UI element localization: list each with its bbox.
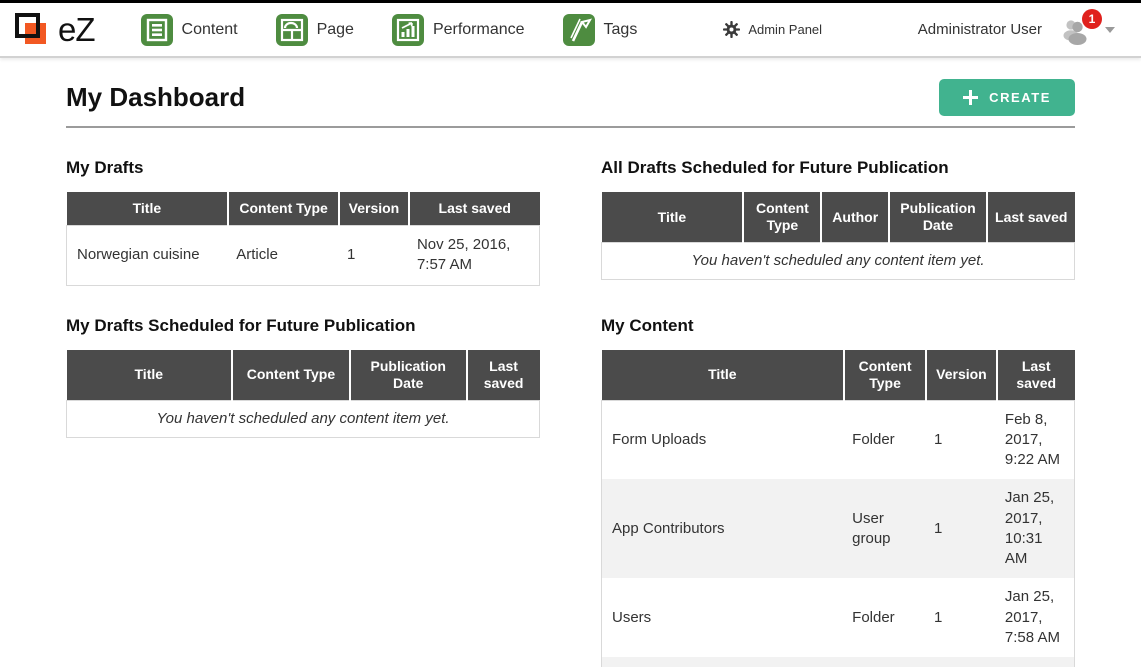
dashboard-page: My Dashboard CREATE My Drafts TitleConte…	[0, 58, 1141, 667]
content-icon	[141, 14, 173, 46]
column-header: Last saved	[997, 350, 1075, 401]
create-button-label: CREATE	[989, 90, 1051, 105]
page-divider	[66, 126, 1075, 128]
ez-logo-mark-icon	[14, 11, 54, 49]
section-title: My Drafts	[66, 158, 540, 178]
cell: Nov 25, 2016, 7:57 AM	[409, 226, 540, 286]
column-header: Title	[67, 192, 229, 226]
empty-row: You haven't scheduled any content item y…	[602, 243, 1075, 280]
table-row: App ContributorsUser group1Jan 25, 2017,…	[602, 479, 1075, 578]
cell: Norwegian cuisine	[67, 226, 229, 286]
my-drafts-scheduled-table: TitleContent TypePublication DateLast sa…	[66, 350, 540, 438]
cell: Jan 25, 2017, 7:58 AM	[997, 578, 1075, 657]
section-title: My Drafts Scheduled for Future Publicati…	[66, 316, 540, 336]
nav-item-content[interactable]: Content	[141, 14, 238, 46]
column-header: Last saved	[409, 192, 540, 226]
column-header: Content Type	[743, 192, 821, 243]
table-row: AppFolder1Jan 25, 2017, 7:55 AM	[602, 657, 1075, 667]
admin-panel-label: Admin Panel	[748, 22, 822, 37]
cell: 1	[926, 657, 997, 667]
performance-icon	[392, 14, 424, 46]
header-row: TitleContent TypeAuthorPublication DateL…	[602, 192, 1075, 243]
cell: 1	[926, 578, 997, 657]
ez-logo-text: eZ	[58, 13, 95, 46]
cell: 1	[926, 400, 997, 479]
gear-icon	[723, 21, 740, 38]
header-row: TitleContent TypeVersionLast saved	[67, 192, 540, 226]
cell: Jan 25, 2017, 7:55 AM	[997, 657, 1075, 667]
section-my-content: My Content TitleContent TypeVersionLast …	[601, 316, 1075, 667]
cell: Feb 8, 2017, 9:22 AM	[997, 400, 1075, 479]
column-header: Publication Date	[350, 350, 467, 401]
column-header: Last saved	[987, 192, 1075, 243]
column-header: Version	[926, 350, 997, 401]
nav-item-label: Page	[317, 21, 354, 39]
cell: Users	[602, 578, 845, 657]
column-header: Version	[339, 192, 409, 226]
column-header: Publication Date	[889, 192, 987, 243]
table-row: UsersFolder1Jan 25, 2017, 7:58 AM	[602, 578, 1075, 657]
cell: Jan 25, 2017, 10:31 AM	[997, 479, 1075, 578]
page-header: My Dashboard CREATE	[66, 58, 1075, 126]
my-drafts-table: TitleContent TypeVersionLast savedNorweg…	[66, 192, 540, 286]
nav-item-label: Content	[182, 21, 238, 39]
table-row: Form UploadsFolder1Feb 8, 2017, 9:22 AM	[602, 400, 1075, 479]
column-header: Content Type	[844, 350, 926, 401]
create-button[interactable]: CREATE	[939, 79, 1075, 116]
section-my-drafts-scheduled: My Drafts Scheduled for Future Publicati…	[66, 316, 540, 438]
user-menu[interactable]: 1	[1060, 13, 1096, 47]
cell: Folder	[844, 657, 926, 667]
nav-item-label: Performance	[433, 21, 525, 39]
header-row: TitleContent TypeVersionLast saved	[602, 350, 1075, 401]
empty-row: You haven't scheduled any content item y…	[67, 400, 540, 437]
nav-item-tags[interactable]: Tags	[563, 14, 638, 46]
notification-badge[interactable]: 1	[1082, 9, 1102, 29]
cell: App Contributors	[602, 479, 845, 578]
cell: Folder	[844, 400, 926, 479]
user-cluster: Administrator User 1	[918, 13, 1115, 47]
header-row: TitleContent TypePublication DateLast sa…	[67, 350, 540, 401]
column-header: Content Type	[228, 192, 339, 226]
cell: App	[602, 657, 845, 667]
column-header: Last saved	[467, 350, 540, 401]
cell: Article	[228, 226, 339, 286]
empty-message: You haven't scheduled any content item y…	[67, 400, 540, 437]
chevron-down-icon[interactable]	[1105, 27, 1115, 33]
nav-item-page[interactable]: Page	[276, 14, 354, 46]
tags-icon	[563, 14, 595, 46]
section-title: All Drafts Scheduled for Future Publicat…	[601, 158, 1075, 178]
nav-item-label: Tags	[604, 21, 638, 39]
all-drafts-scheduled-table: TitleContent TypeAuthorPublication DateL…	[601, 192, 1075, 280]
page-icon	[276, 14, 308, 46]
column-header: Title	[602, 350, 845, 401]
dashboard-grid: My Drafts TitleContent TypeVersionLast s…	[66, 158, 1075, 667]
user-name: Administrator User	[918, 21, 1042, 38]
column-header: Content Type	[232, 350, 350, 401]
nav-item-performance[interactable]: Performance	[392, 14, 525, 46]
table-row: Norwegian cuisineArticle1Nov 25, 2016, 7…	[67, 226, 540, 286]
section-my-drafts: My Drafts TitleContent TypeVersionLast s…	[66, 158, 540, 286]
cell: Folder	[844, 578, 926, 657]
cell: 1	[926, 479, 997, 578]
column-header: Title	[602, 192, 744, 243]
ez-logo[interactable]: eZ	[14, 11, 95, 49]
top-navigation-bar: eZ Content Page Performan	[0, 3, 1141, 58]
column-header: Author	[821, 192, 889, 243]
page-title: My Dashboard	[66, 82, 245, 113]
cell: User group	[844, 479, 926, 578]
empty-message: You haven't scheduled any content item y…	[602, 243, 1075, 280]
section-all-drafts-scheduled: All Drafts Scheduled for Future Publicat…	[601, 158, 1075, 280]
plus-icon	[963, 90, 978, 105]
my-content-table: TitleContent TypeVersionLast savedForm U…	[601, 350, 1075, 667]
cell: Form Uploads	[602, 400, 845, 479]
admin-panel-button[interactable]: Admin Panel	[723, 21, 822, 38]
section-title: My Content	[601, 316, 1075, 336]
column-header: Title	[67, 350, 233, 401]
cell: 1	[339, 226, 409, 286]
